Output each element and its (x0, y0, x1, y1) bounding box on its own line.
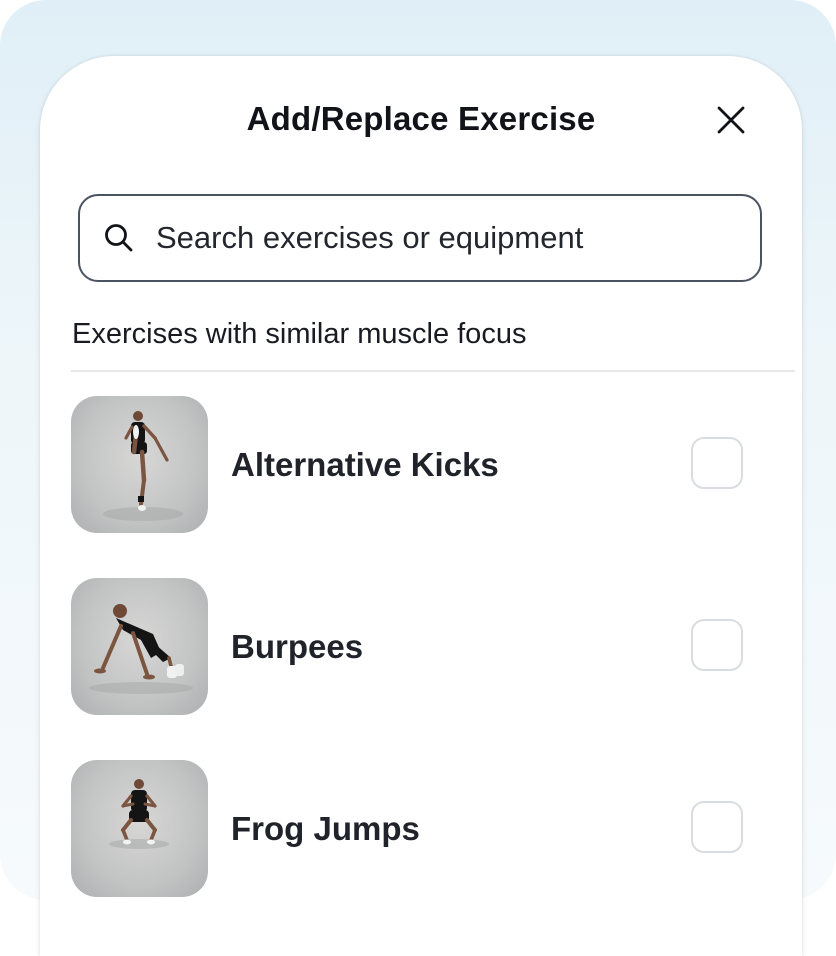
close-icon (717, 106, 745, 134)
exercise-checkbox[interactable] (691, 619, 743, 671)
exercise-name: Burpees (231, 627, 364, 665)
exercise-thumbnail (71, 760, 208, 897)
section-label: Exercises with similar muscle focus (72, 318, 527, 350)
search-input[interactable] (156, 220, 716, 256)
dialog-title: Add/Replace Exercise (246, 100, 596, 137)
exercise-row-frog-jumps[interactable]: Frog Jumps (71, 760, 771, 897)
close-button[interactable] (712, 101, 750, 139)
exercise-thumbnail (71, 578, 208, 715)
exercise-row-alternative-kicks[interactable]: Alternative Kicks (71, 396, 771, 533)
exercise-thumbnail (71, 396, 208, 533)
search-icon (102, 221, 136, 255)
exercise-row-burpees[interactable]: Burpees (71, 578, 771, 715)
exercise-checkbox[interactable] (691, 437, 743, 489)
divider (71, 370, 795, 372)
exercise-name: Alternative Kicks (231, 445, 499, 483)
exercise-name: Frog Jumps (231, 809, 420, 847)
search-box[interactable] (78, 194, 762, 282)
exercise-checkbox[interactable] (691, 801, 743, 853)
